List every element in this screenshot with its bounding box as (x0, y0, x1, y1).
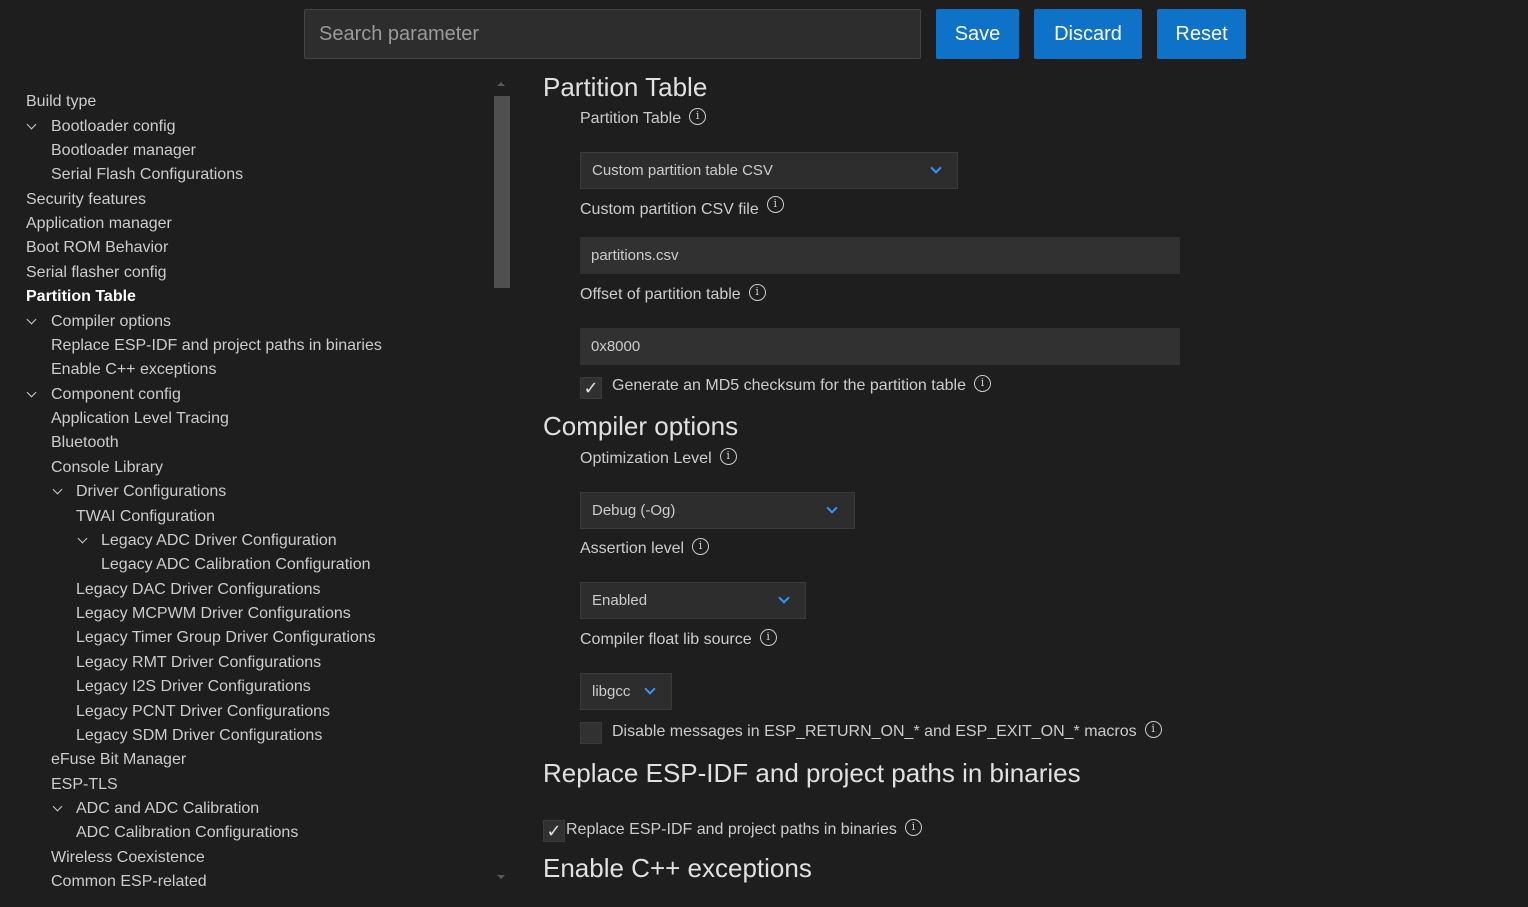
scroll-down-arrow-icon[interactable] (497, 875, 505, 879)
assertion-level-select[interactable]: Enabled (580, 582, 806, 619)
chevron-down-icon[interactable] (26, 119, 37, 130)
sidebar-item-enable-cpp-exceptions[interactable]: Enable C++ exceptions (51, 359, 216, 381)
chevron-down-icon[interactable] (26, 314, 37, 325)
info-icon[interactable]: i (766, 196, 784, 214)
sidebar-item-legacy-timer-group[interactable]: Legacy Timer Group Driver Configurations (76, 627, 376, 649)
sidebar-item-bootloader-config[interactable]: Bootloader config (51, 116, 176, 138)
chevron-down-icon (826, 502, 838, 514)
md5-checksum-checkbox[interactable]: ✓ (580, 377, 602, 399)
section-title-cpp-exceptions: Enable C++ exceptions (543, 853, 812, 883)
optimization-level-label: Optimization Level i (580, 448, 737, 468)
partition-offset-label: Offset of partition table i (580, 284, 766, 304)
sidebar-item-legacy-rmt[interactable]: Legacy RMT Driver Configurations (76, 652, 321, 674)
checkmark-icon: ✓ (583, 378, 599, 398)
partition-table-label: Partition Table i (580, 108, 707, 128)
replace-paths-label: Replace ESP-IDF and project paths in bin… (566, 819, 922, 839)
assertion-level-select-value: Enabled (592, 592, 648, 609)
info-icon[interactable]: i (748, 284, 766, 302)
scroll-up-arrow-icon[interactable] (497, 82, 505, 86)
sidebar-item-legacy-adc-driver[interactable]: Legacy ADC Driver Configuration (101, 530, 337, 552)
sidebar-item-serial-flasher-config[interactable]: Serial flasher config (26, 262, 167, 284)
section-title-replace-paths: Replace ESP-IDF and project paths in bin… (543, 758, 1081, 788)
sidebar-item-component-config[interactable]: Component config (51, 384, 181, 406)
checkmark-icon: ✓ (546, 821, 562, 841)
assertion-level-label: Assertion level i (580, 538, 710, 558)
sidebar-item-common-esp-related[interactable]: Common ESP-related (51, 871, 207, 893)
info-icon[interactable]: i (1144, 721, 1162, 739)
custom-csv-label: Custom partition CSV file i (580, 196, 784, 219)
float-lib-source-select-value: libgcc (592, 683, 631, 700)
discard-button[interactable]: Discard (1034, 9, 1142, 59)
section-title-compiler-options: Compiler options (543, 411, 739, 441)
info-icon[interactable]: i (692, 538, 710, 556)
sidebar-item-application-manager[interactable]: Application manager (26, 213, 172, 235)
partition-table-select[interactable]: Custom partition table CSV (580, 152, 958, 189)
info-icon[interactable]: i (973, 375, 991, 393)
sidebar-item-legacy-sdm[interactable]: Legacy SDM Driver Configurations (76, 725, 322, 747)
float-lib-source-label: Compiler float lib source i (580, 629, 777, 649)
replace-paths-checkbox[interactable]: ✓ (543, 820, 565, 842)
sidebar-item-efuse-bit-manager[interactable]: eFuse Bit Manager (51, 749, 186, 771)
sidebar-item-adc-and-adc-calibration[interactable]: ADC and ADC Calibration (76, 798, 259, 820)
sidebar-item-bootloader-manager[interactable]: Bootloader manager (51, 140, 196, 162)
info-icon[interactable]: i (759, 629, 777, 647)
chevron-down-icon (778, 592, 790, 604)
sidebar-item-console-library[interactable]: Console Library (51, 457, 163, 479)
sidebar-item-adc-calibration-configurations[interactable]: ADC Calibration Configurations (76, 822, 298, 844)
md5-checksum-label: Generate an MD5 checksum for the partiti… (612, 375, 991, 395)
sidebar-item-driver-configurations[interactable]: Driver Configurations (76, 481, 226, 503)
reset-button[interactable]: Reset (1157, 9, 1246, 59)
chevron-down-icon (644, 683, 656, 695)
sidebar-item-twai-configuration[interactable]: TWAI Configuration (76, 506, 215, 528)
optimization-level-select-value: Debug (-Og) (592, 502, 676, 519)
sidebar-item-legacy-pcnt[interactable]: Legacy PCNT Driver Configurations (76, 701, 330, 723)
sidebar-item-legacy-i2s[interactable]: Legacy I2S Driver Configurations (76, 676, 311, 698)
float-lib-source-select[interactable]: libgcc (580, 673, 672, 710)
sidebar-item-build-type[interactable]: Build type (26, 91, 96, 113)
chevron-down-icon (930, 162, 942, 174)
sidebar-item-legacy-adc-calibration[interactable]: Legacy ADC Calibration Configuration (101, 554, 370, 576)
info-icon[interactable]: i (904, 819, 922, 837)
save-button[interactable]: Save (936, 9, 1019, 59)
chevron-down-icon[interactable] (77, 533, 88, 544)
sidebar-item-compiler-options[interactable]: Compiler options (51, 311, 171, 333)
search-input[interactable] (304, 9, 921, 59)
sidebar-item-partition-table[interactable]: Partition Table (26, 286, 136, 308)
sidebar-item-esp-tls[interactable]: ESP-TLS (51, 774, 118, 796)
sidebar-item-security-features[interactable]: Security features (26, 189, 146, 211)
info-icon[interactable]: i (689, 108, 707, 126)
section-title-partition-table: Partition Table (543, 72, 708, 102)
custom-csv-input[interactable] (580, 237, 1180, 274)
sidebar-item-boot-rom-behavior[interactable]: Boot ROM Behavior (26, 237, 168, 259)
sidebar-item-bluetooth[interactable]: Bluetooth (51, 432, 119, 454)
chevron-down-icon[interactable] (52, 801, 63, 812)
chevron-down-icon[interactable] (52, 484, 63, 495)
sidebar-item-legacy-dac[interactable]: Legacy DAC Driver Configurations (76, 579, 321, 601)
sidebar-item-serial-flash-configurations[interactable]: Serial Flash Configurations (51, 164, 243, 186)
disable-messages-label: Disable messages in ESP_RETURN_ON_* and … (612, 721, 1162, 741)
info-icon[interactable]: i (719, 448, 737, 466)
optimization-level-select[interactable]: Debug (-Og) (580, 492, 855, 529)
disable-messages-checkbox[interactable] (580, 722, 602, 744)
sidebar-item-application-level-tracing[interactable]: Application Level Tracing (51, 408, 229, 430)
chevron-down-icon[interactable] (26, 387, 37, 398)
toolbar: Save Discard Reset (0, 0, 1528, 70)
sidebar-scrollbar-thumb[interactable] (494, 96, 510, 288)
partition-offset-input[interactable] (580, 328, 1180, 365)
sidebar-item-legacy-mcpwm[interactable]: Legacy MCPWM Driver Configurations (76, 603, 351, 625)
sidebar-item-wireless-coexistence[interactable]: Wireless Coexistence (51, 847, 205, 869)
partition-table-select-value: Custom partition table CSV (592, 162, 773, 179)
sidebar-item-replace-paths[interactable]: Replace ESP-IDF and project paths in bin… (51, 335, 382, 357)
